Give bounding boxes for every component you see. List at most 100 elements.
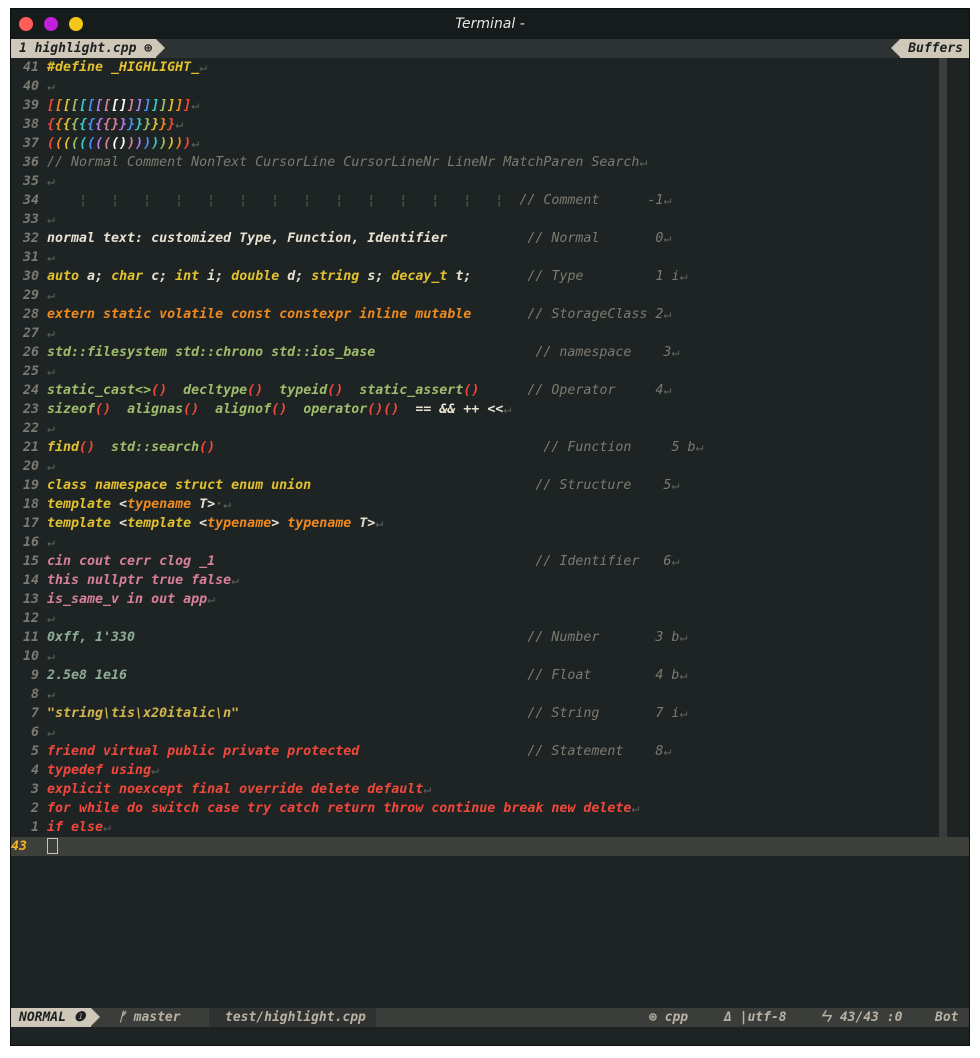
editor-line[interactable]: 22 ↵: [11, 419, 969, 438]
code-comment: // Structure 5: [535, 478, 672, 493]
editor-line[interactable]: 6 ↵: [11, 723, 969, 742]
editor-line[interactable]: 2 for while do switch case try catch retu…: [11, 799, 969, 818]
code-token: (): [271, 402, 288, 417]
line-number: 4: [30, 763, 39, 778]
buffers-label[interactable]: Buffers: [891, 39, 969, 58]
editor-line[interactable]: 32 normal text: customized Type, Function…: [11, 229, 969, 248]
editor-line[interactable]: 18 template <typename T>·↵: [11, 495, 969, 514]
code-token: (): [151, 383, 168, 398]
code-token: == && ++ <<: [399, 402, 504, 417]
eol-marker: ↵: [207, 592, 216, 607]
editor-line[interactable]: 1 if else↵: [11, 818, 969, 837]
code-token: is_same_v in out app: [47, 592, 208, 607]
eol-marker: ↵: [663, 744, 672, 759]
editor-line[interactable]: 5 friend virtual public private protected…: [11, 742, 969, 761]
line-number: 36: [22, 155, 39, 170]
editor-line[interactable]: 20 ↵: [11, 457, 969, 476]
editor-line[interactable]: 9 2.5e8 1e16 // Float 4 b↵: [11, 666, 969, 685]
code-token: typename: [287, 516, 352, 531]
editor-line[interactable]: 21 find() std::search() // Function 5 b↵: [11, 438, 969, 457]
line-number: 13: [22, 592, 39, 607]
line-code: extern static volatile const constexpr i…: [47, 305, 671, 324]
editor-line[interactable]: 40 ↵: [11, 77, 969, 96]
line-code: this nullptr true false↵: [47, 571, 239, 590]
code-token: template: [47, 497, 120, 512]
line-code: ↵: [47, 723, 55, 742]
line-code: [47, 837, 58, 856]
code-token: typename: [207, 516, 272, 531]
editor-line[interactable]: 4 typedef using↵: [11, 761, 969, 780]
line-code: static_cast<>() decltype() typeid() stat…: [47, 381, 672, 400]
editor-line[interactable]: 10 ↵: [11, 647, 969, 666]
editor-line[interactable]: 15 cin cout cerr clog _1 // Identifier 6↵: [11, 552, 969, 571]
code-token: (): [247, 383, 264, 398]
code-token: t;: [447, 269, 528, 284]
editor-buffer[interactable]: 41 #define _HIGHLIGHT_↵ 40 ↵ 39[[[[[[[[[]]]]…: [11, 58, 969, 1008]
editor-line[interactable]: 8 ↵: [11, 685, 969, 704]
editor-line[interactable]: 38 {{{{{{{{}}}}}}}}↵: [11, 115, 969, 134]
line-number: 32: [22, 231, 39, 246]
editor-line[interactable]: 26 std::filesystem std::chrono std::ios_b…: [11, 343, 969, 362]
code-comment: // String 7 i: [527, 706, 680, 721]
editor-line[interactable]: 14 this nullptr true false↵: [11, 571, 969, 590]
eol-marker: ↵: [679, 630, 688, 645]
editor-line[interactable]: 3 explicit noexcept final override delete…: [11, 780, 969, 799]
line-number: 35: [22, 174, 39, 189]
editor-line[interactable]: 27 ↵: [11, 324, 969, 343]
editor-line[interactable]: 33 ↵: [11, 210, 969, 229]
editor-line[interactable]: 37 ((((((((()))))))))↵: [11, 134, 969, 153]
line-number: 38: [22, 117, 39, 132]
editor-line[interactable]: 31 ↵: [11, 248, 969, 267]
editor-line[interactable]: 19 class namespace struct enum union // S…: [11, 476, 969, 495]
editor-line[interactable]: 28 extern static volatile const constexpr…: [11, 305, 969, 324]
code-token: s;: [359, 269, 392, 284]
line-code: template <typename T>·↵: [47, 495, 231, 514]
editor-line[interactable]: 12 ↵: [11, 609, 969, 628]
line-number: 10: [22, 649, 39, 664]
line-code: 2.5e8 1e16 // Float 4 b↵: [47, 666, 687, 685]
editor-line[interactable]: 24 static_cast<>() decltype() typeid() st…: [11, 381, 969, 400]
code-token: decay_t: [391, 269, 448, 284]
editor-line[interactable]: 43: [11, 837, 969, 856]
eol-marker: ↵: [679, 668, 688, 683]
code-token: cin cout cerr clog _1: [47, 554, 536, 569]
editor-line[interactable]: 25 ↵: [11, 362, 969, 381]
code-token: alignas: [111, 402, 184, 417]
code-comment: // Float 4 b: [527, 668, 680, 683]
editor-line[interactable]: 35 ↵: [11, 172, 969, 191]
eol-marker: ↵: [47, 687, 56, 702]
editor-line[interactable]: 13 is_same_v in out app↵: [11, 590, 969, 609]
line-code: ↵: [47, 324, 55, 343]
tab-highlight-cpp[interactable]: 1 highlight.cpp ⊕: [11, 39, 166, 58]
eol-marker: ↵: [639, 155, 648, 170]
editor-line[interactable]: 7 "string\tis\x20italic\n" // String 7 i↵: [11, 704, 969, 723]
line-number: 37: [22, 136, 39, 151]
eol-marker: ↵: [231, 573, 240, 588]
editor-line[interactable]: 39 [[[[[[[[[]]]]]]]]]↵: [11, 96, 969, 115]
code-token: d;: [279, 269, 312, 284]
line-code: // Normal Comment NonText CursorLine Cur…: [47, 153, 647, 172]
editor-line[interactable]: 17 template <template <typename> typename…: [11, 514, 969, 533]
line-number: 43: [11, 839, 28, 854]
code-token: T>: [191, 497, 216, 512]
editor-line[interactable]: 23 sizeof() alignas() alignof() operator(…: [11, 400, 969, 419]
editor-line[interactable]: 30 auto a; char c; int i; double d; strin…: [11, 267, 969, 286]
line-code: ↵: [47, 609, 55, 628]
eol-marker: ↵: [679, 269, 688, 284]
editor-line[interactable]: 41 #define _HIGHLIGHT_↵: [11, 58, 969, 77]
line-code: typedef using↵: [47, 761, 159, 780]
code-token: <: [119, 497, 128, 512]
line-code: "string\tis\x20italic\n" // String 7 i↵: [47, 704, 687, 723]
editor-line[interactable]: 34 ¦ ¦ ¦ ¦ ¦ ¦ ¦ ¦ ¦ ¦ ¦ ¦ ¦ ¦ // Commen…: [11, 191, 969, 210]
editor-line[interactable]: 29 ↵: [11, 286, 969, 305]
editor-scrollbar[interactable]: [939, 58, 947, 837]
command-line[interactable]: [11, 1027, 969, 1045]
editor-line[interactable]: 16 ↵: [11, 533, 969, 552]
line-code: 0xff, 1'330 // Number 3 b↵: [47, 628, 687, 647]
code-token: sizeof: [47, 402, 96, 417]
eol-marker: ↵: [47, 459, 56, 474]
editor-line[interactable]: 11 0xff, 1'330 // Number 3 b↵: [11, 628, 969, 647]
line-number: 11: [22, 630, 39, 645]
editor-line[interactable]: 36 // Normal Comment NonText CursorLine C…: [11, 153, 969, 172]
eol-marker: ↵: [47, 535, 56, 550]
